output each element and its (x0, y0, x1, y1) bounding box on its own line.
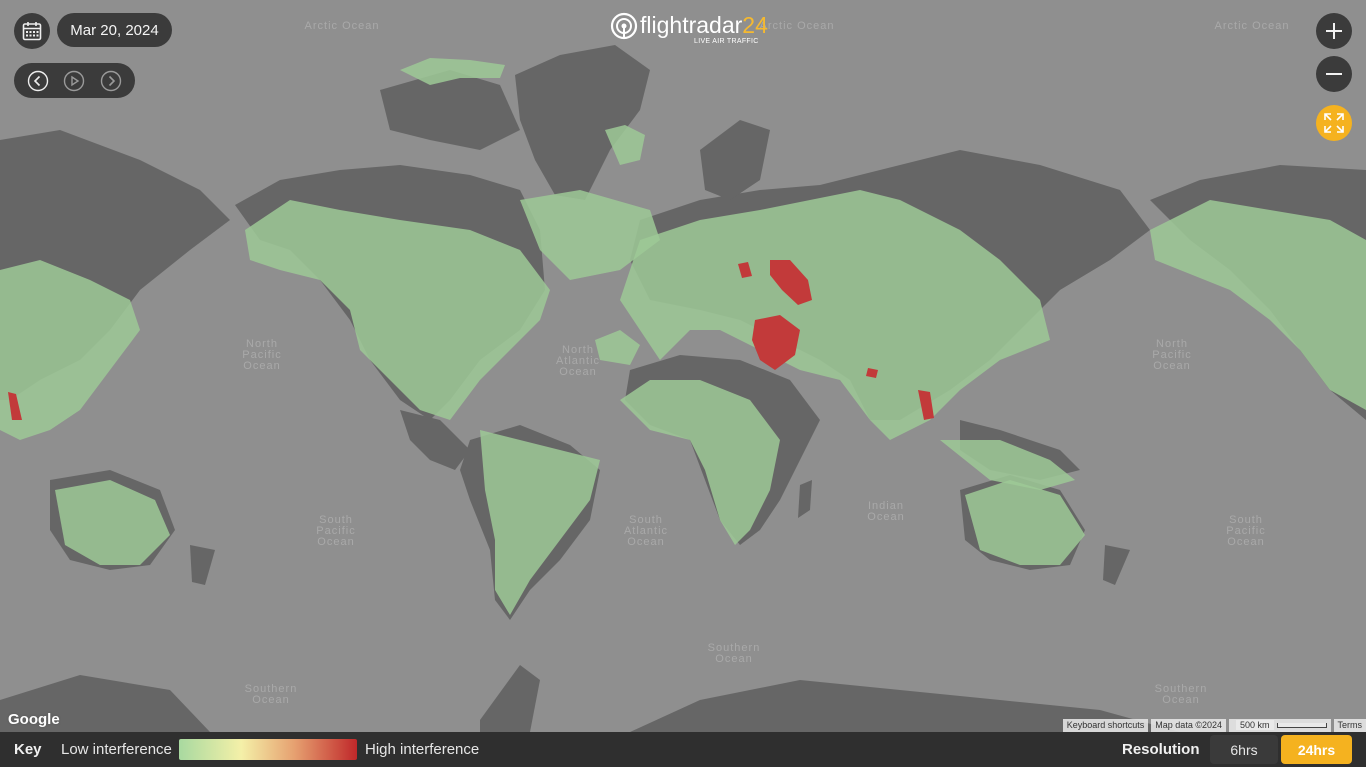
ocean-label-southern: Southern Ocean (707, 642, 761, 665)
ocean-label-south-pacific: South Pacific Ocean (316, 514, 356, 548)
low-interference-label: Low interference (61, 741, 172, 758)
map-canvas[interactable]: Arctic Ocean Arctic Ocean Arctic Ocean N… (0, 0, 1366, 732)
ocean-label-north-pacific: North Pacific Ocean (242, 338, 282, 372)
chevron-right-icon[interactable] (100, 70, 122, 92)
terms-link[interactable]: Terms (1333, 719, 1366, 732)
high-interference-label: High interference (365, 741, 480, 758)
resolution-6hrs-button[interactable]: 6hrs (1210, 735, 1278, 764)
date-label: Mar 20, 2024 (70, 21, 159, 39)
resolution-24hrs-button[interactable]: 24hrs (1281, 735, 1352, 764)
resolution-label: Resolution (1122, 741, 1200, 758)
plus-icon (1326, 23, 1342, 39)
ocean-label-arctic: Arctic Ocean (304, 20, 380, 32)
fullscreen-button[interactable] (1316, 105, 1352, 141)
zoom-out-button[interactable] (1316, 56, 1352, 92)
ocean-label-south-pacific: South Pacific Ocean (1226, 514, 1266, 548)
play-icon[interactable] (63, 70, 85, 92)
radar-logo-icon (610, 12, 638, 40)
ocean-label-south-atlantic: South Atlantic Ocean (623, 514, 669, 548)
ocean-label-indian: Indian Ocean (867, 500, 905, 523)
google-logo: Google (8, 711, 60, 728)
ocean-label-southern: Southern Ocean (1154, 683, 1208, 706)
flightradar24-logo: flightradar24 LIVE AIR TRAFFIC (610, 12, 768, 45)
logo-tagline: LIVE AIR TRAFFIC (694, 38, 759, 45)
expand-icon (1324, 113, 1344, 133)
map-attribution: Keyboard shortcuts Map data ©2024 500 km… (1060, 719, 1366, 732)
ocean-label-southern: Southern Ocean (244, 683, 298, 706)
playback-controls (14, 63, 135, 98)
map-data-label: Map data ©2024 (1151, 719, 1226, 732)
ocean-label-north-pacific: North Pacific Ocean (1152, 338, 1192, 372)
interference-gradient (179, 739, 357, 760)
logo-wordmark: flightradar24 (640, 12, 768, 38)
zoom-in-button[interactable] (1316, 13, 1352, 49)
calendar-button[interactable] (14, 13, 50, 49)
minus-icon (1326, 73, 1342, 75)
legend-bar: Key Low interference High interference R… (0, 732, 1366, 767)
ocean-label-arctic: Arctic Ocean (1214, 20, 1290, 32)
scale-indicator[interactable]: 500 km (1228, 719, 1331, 732)
ocean-label-north-atlantic: North Atlantic Ocean (555, 344, 601, 378)
chevron-left-icon[interactable] (27, 70, 49, 92)
key-label: Key (14, 741, 42, 758)
date-selector[interactable]: Mar 20, 2024 (57, 13, 172, 47)
keyboard-shortcuts-link[interactable]: Keyboard shortcuts (1062, 719, 1149, 732)
calendar-icon (22, 22, 42, 41)
